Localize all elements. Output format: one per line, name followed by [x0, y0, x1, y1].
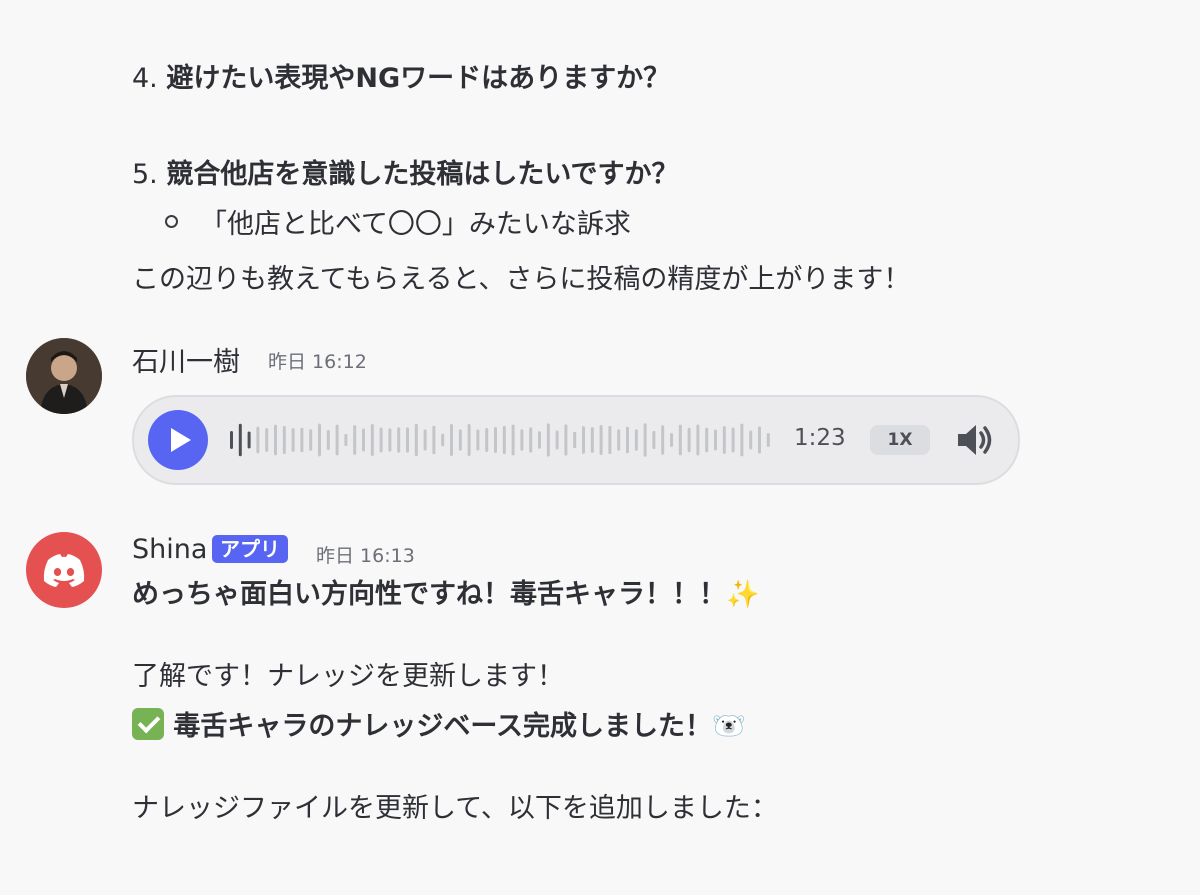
waveform-bar — [582, 426, 585, 454]
waveform-bar — [397, 427, 401, 453]
waveform-bar — [379, 427, 383, 453]
waveform-bar — [282, 425, 286, 455]
bot-line-3-row: 毒舌キャラのナレッジベース完成しました！🐻‍❄️ — [132, 704, 746, 743]
closing-text: この辺りも教えてもらえると、さらに投稿の精度が上がります！ — [132, 264, 911, 295]
volume-icon[interactable] — [954, 419, 996, 461]
waveform-bar — [749, 430, 753, 450]
check-emoji-icon — [132, 708, 164, 740]
waveform-bar — [590, 427, 594, 453]
waveform-bar — [573, 431, 577, 449]
waveform-bar — [705, 427, 709, 453]
waveform-bar — [256, 426, 260, 454]
waveform-bar — [661, 425, 665, 455]
waveform-bar — [265, 428, 269, 452]
waveform-bar — [300, 427, 304, 453]
waveform-bar — [441, 433, 445, 447]
waveform-bar — [758, 426, 761, 454]
waveform-bar — [353, 425, 357, 455]
waveform-bar — [274, 424, 277, 456]
waveform-bar — [432, 425, 436, 455]
waveform-bar — [230, 431, 233, 449]
waveform-bar — [670, 432, 673, 448]
playback-speed-button[interactable]: 1X — [870, 425, 930, 455]
waveform-bar — [511, 424, 515, 456]
voice-message-player: 1:23 1X — [132, 395, 1020, 485]
bot-message-timestamp: 昨日 16:13 — [316, 545, 415, 567]
waveform-bar — [599, 424, 603, 456]
waveform-bar — [678, 424, 682, 456]
waveform-bar — [406, 427, 409, 453]
waveform-bar — [344, 433, 348, 447]
waveform-bar — [335, 424, 339, 456]
waveform-bar — [722, 426, 726, 454]
bot-line-4: ナレッジファイルを更新して、以下を追加しました： — [132, 793, 778, 824]
waveform-bar — [476, 429, 480, 451]
waveform-bar — [502, 425, 506, 455]
waveform-bar — [555, 430, 559, 450]
question-5-subitem: 「他店と比べて〇〇」みたいな訴求 — [200, 209, 631, 240]
waveform-bar — [450, 423, 453, 457]
user-avatar[interactable] — [26, 338, 102, 414]
waveform-bar — [714, 429, 717, 451]
app-badge: アプリ — [212, 535, 288, 563]
waveform-bar — [247, 431, 251, 449]
bot-line-2: 了解です！ナレッジを更新します！ — [132, 661, 564, 692]
bot-line-1: めっちゃ面白い方向性ですね！毒舌キャラ！！！✨ — [132, 579, 760, 610]
waveform-bar — [731, 427, 735, 453]
voice-message-author[interactable]: 石川一樹 — [132, 340, 240, 379]
waveform-bar — [494, 426, 497, 454]
bot-avatar[interactable] — [26, 532, 102, 608]
waveform-bar — [652, 430, 656, 450]
bullet-circle-icon — [165, 215, 178, 228]
waveform-bar — [626, 426, 629, 454]
bot-line-3: 毒舌キャラのナレッジベース完成しました！🐻‍❄️ — [173, 711, 746, 742]
waveform-bar — [423, 429, 427, 451]
waveform-bar — [546, 423, 550, 457]
waveform-bar — [326, 430, 330, 450]
waveform-icon[interactable] — [230, 421, 778, 459]
waveform-bar — [485, 427, 489, 453]
voice-message-timestamp: 昨日 16:12 — [268, 351, 367, 373]
question-5-text: 競合他店を意識した投稿はしたいですか？ — [166, 159, 679, 190]
question-4: 4. 避けたい表現やNGワードはありますか？ — [132, 63, 671, 94]
waveform-bar — [362, 428, 365, 452]
waveform-bar — [608, 425, 612, 455]
bot-author[interactable]: Shina — [132, 534, 207, 565]
waveform-bar — [696, 424, 700, 456]
question-4-text: 避けたい表現やNGワードはありますか？ — [166, 63, 671, 94]
waveform-bar — [617, 429, 621, 451]
waveform-bar — [238, 423, 242, 457]
voice-duration: 1:23 — [794, 425, 846, 451]
waveform-bar — [564, 424, 568, 456]
waveform-bar — [467, 423, 471, 457]
waveform-bar — [520, 429, 524, 451]
waveform-bar — [538, 431, 541, 449]
waveform-bar — [388, 428, 392, 452]
question-5: 5. 競合他店を意識した投稿はしたいですか？ — [132, 159, 679, 190]
play-icon[interactable] — [148, 410, 208, 470]
waveform-bar — [687, 427, 691, 453]
waveform-bar — [766, 432, 770, 448]
discord-logo-icon — [43, 554, 85, 587]
waveform-bar — [634, 429, 638, 451]
waveform-bar — [643, 423, 647, 457]
waveform-bar — [291, 428, 295, 452]
waveform-bar — [414, 423, 418, 457]
waveform-bar — [318, 423, 321, 457]
waveform-bar — [740, 423, 744, 457]
waveform-bar — [458, 429, 462, 451]
waveform-bar — [309, 429, 313, 451]
waveform-bar — [529, 427, 533, 453]
waveform-bar — [370, 424, 374, 456]
